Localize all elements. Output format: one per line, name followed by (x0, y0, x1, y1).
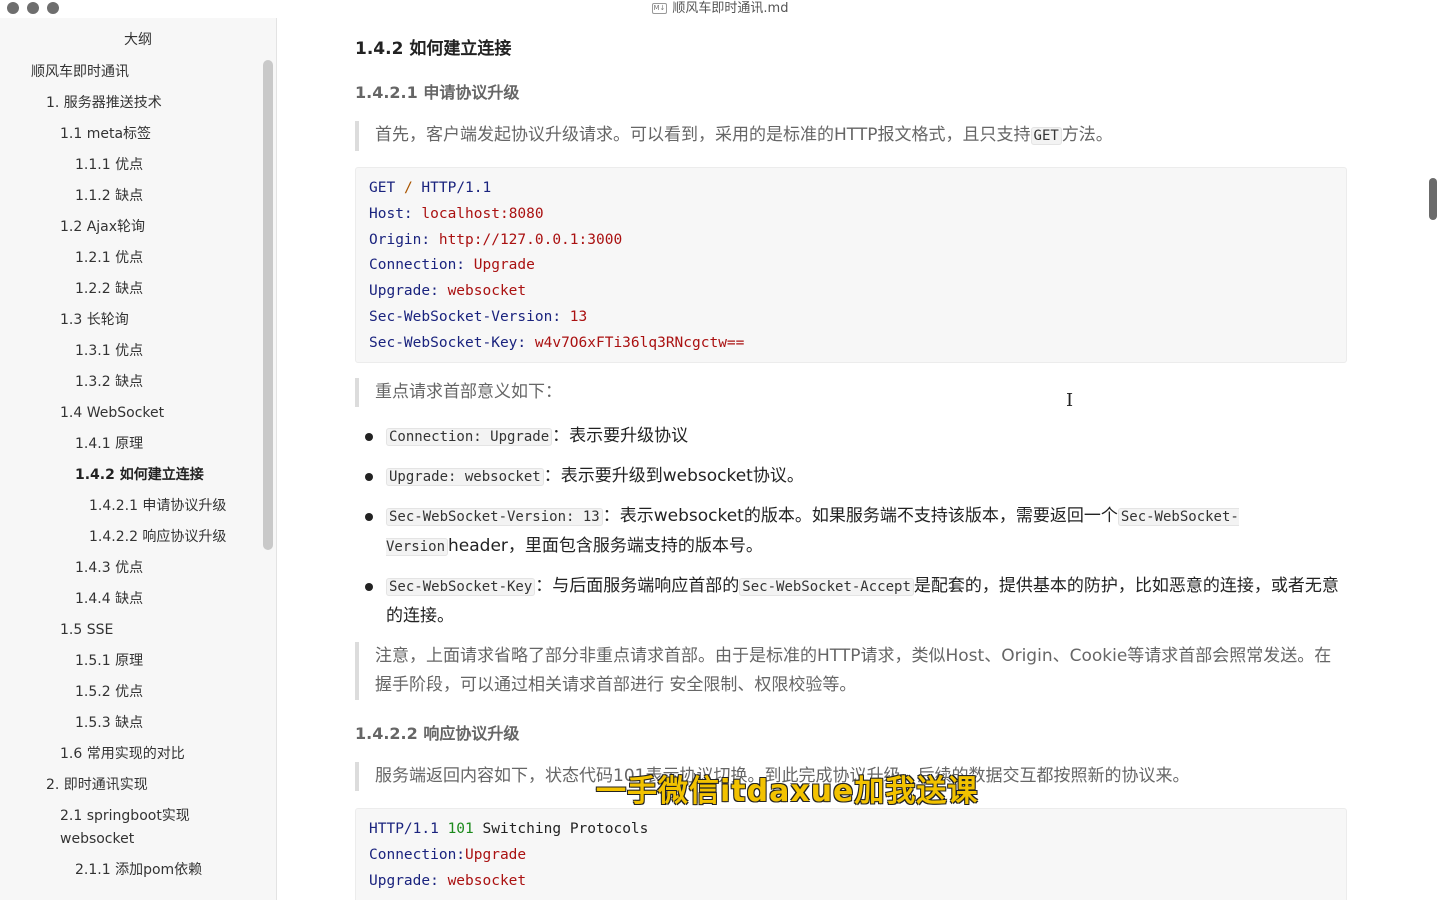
code-line: GET / HTTP/1.1 (369, 176, 1333, 202)
inline-code: Upgrade: websocket (386, 468, 544, 486)
outline-item[interactable]: 2. 即时通讯实现 (0, 770, 276, 801)
list-text: ：表示websocket的版本。如果服务端不支持该版本，需要返回一个 (602, 506, 1118, 526)
outline-item[interactable]: 1.5 SSE (0, 615, 276, 646)
code-token: Upgrade (473, 257, 535, 274)
outline-item[interactable]: 1.6 常用实现的对比 (0, 739, 276, 770)
outline-item[interactable]: 1. 服务器推送技术 (0, 88, 276, 119)
outline-item[interactable]: 1.4.4 缺点 (0, 584, 276, 615)
code-line: Connection:Upgrade (369, 843, 1333, 869)
code-token: Connection: (369, 846, 466, 863)
code-token: HTTP/1.1 (421, 180, 492, 196)
code-token: 101 (447, 821, 474, 837)
outline-item[interactable]: 1.3 长轮询 (0, 305, 276, 336)
code-token: / (403, 180, 413, 196)
code-token: w4v7O6xFTi36lq3RNcgctw== (534, 334, 745, 351)
code-token: 13 (569, 308, 588, 325)
window-title-text: 顺风车即时通讯.md (672, 1, 789, 16)
outline-item[interactable]: 1.1 meta标签 (0, 119, 276, 150)
inline-code: Sec-WebSocket-Version: 13 (386, 508, 603, 526)
outline-title: 大纲 (124, 32, 152, 48)
code-token: Sec-WebSocket-Key: (369, 334, 527, 351)
code-line: Upgrade: websocket (369, 869, 1333, 895)
code-token: Connection: (369, 257, 466, 274)
window-title: M↓ 顺风车即时通讯.md (0, 0, 1440, 17)
text-cursor-icon: I (1066, 390, 1074, 411)
code-line: Host: localhost:8080 (369, 202, 1333, 228)
code-block-response[interactable]: HTTP/1.1 101 Switching Protocols Connect… (355, 808, 1347, 900)
quote-text: 方法。 (1061, 125, 1113, 145)
outline-list: 顺风车即时通讯 1. 服务器推送技术 1.1 meta标签 1.1.1 优点 1.1.2… (0, 57, 276, 886)
code-token: localhost:8080 (421, 205, 544, 222)
code-line: HTTP/1.1 101 Switching Protocols (369, 817, 1333, 843)
blockquote-note: 注意，上面请求省略了部分非重点请求首部。由于是标准的HTTP请求，类似Host、… (355, 642, 1347, 700)
inline-code: Connection: Upgrade (386, 428, 553, 446)
quote-text: 首先，客户端发起协议升级请求。可以看到，采用的是标准的HTTP报文格式，且只支持 (375, 125, 1031, 145)
outline-item[interactable]: 顺风车即时通讯 (0, 57, 276, 88)
heading-1-4-2-1: 1.4.2.1 申请协议升级 (355, 83, 520, 102)
list-item: Sec-WebSocket-Key ：与后面服务端响应首部的 Sec-WebSock… (355, 572, 1347, 631)
code-token: Host: (369, 205, 413, 222)
blockquote-key-headers: 重点请求首部意义如下： (355, 378, 1347, 407)
code-line: Connection: Upgrade (369, 253, 1333, 279)
outline-item[interactable]: 1.4.2 如何建立连接 (0, 460, 276, 491)
outline-item[interactable]: 1.2 Ajax轮询 (0, 212, 276, 243)
code-token: GET (369, 180, 396, 196)
inline-code: Sec-WebSocket-Key (386, 578, 536, 596)
heading-1-4-2-2: 1.4.2.2 响应协议升级 (355, 724, 520, 743)
list-item: Sec-WebSocket-Version: 13 ：表示websocket的版本… (355, 502, 1347, 562)
code-line: Sec-WebSocket-Version: 13 (369, 305, 1333, 331)
list-text: ：与后面服务端响应首部的 (535, 576, 740, 596)
sidebar-scrollbar[interactable] (263, 60, 273, 550)
bullet-dot (365, 513, 373, 521)
inline-code: GET (1030, 127, 1062, 145)
code-line: Sec-WebSocket-Key: w4v7O6xFTi36lq3RNcgct… (369, 331, 1333, 357)
code-token: websocket (447, 283, 527, 300)
code-line: Upgrade: websocket (369, 279, 1333, 305)
bullet-dot (365, 583, 373, 591)
code-token: http://127.0.0.1:3000 (438, 231, 623, 248)
list-item: Upgrade: websocket ：表示要升级到websocket协议。 (355, 462, 1347, 492)
watermark-overlay: 一手微信itdaxue加我送课 (596, 774, 979, 809)
inline-code: Sec-WebSocket-Accept (739, 578, 914, 596)
code-token: Sec-WebSocket-Version: (369, 308, 562, 325)
title-bar: M↓ 顺风车即时通讯.md (0, 0, 1440, 18)
code-token: Origin: (369, 231, 431, 248)
outline-item[interactable]: 2.1.1 添加pom依赖 (0, 855, 276, 886)
outline-item[interactable]: 1.4.3 优点 (0, 553, 276, 584)
outline-item[interactable]: 1.5.3 缺点 (0, 708, 276, 739)
bullet-dot (365, 433, 373, 441)
code-token: websocket (447, 872, 527, 889)
header-meaning-list: Connection: Upgrade ：表示要升级协议 Upgrade: web… (355, 422, 1347, 641)
code-token: Switching Protocols (482, 821, 649, 837)
outline-item[interactable]: 1.5.1 原理 (0, 646, 276, 677)
outline-item[interactable]: 1.3.1 优点 (0, 336, 276, 367)
outline-item[interactable]: 1.1.1 优点 (0, 150, 276, 181)
outline-sidebar: 大纲 顺风车即时通讯 1. 服务器推送技术 1.1 meta标签 1.1.1 优点 1.… (0, 18, 277, 900)
code-line: Origin: http://127.0.0.1:3000 (369, 228, 1333, 254)
outline-item[interactable]: 1.4.2.1 申请协议升级 (0, 491, 276, 522)
heading-1-4-2: 1.4.2 如何建立连接 (355, 39, 512, 59)
outline-item[interactable]: 1.2.2 缺点 (0, 274, 276, 305)
outline-item[interactable]: 1.3.2 缺点 (0, 367, 276, 398)
document-scrollbar[interactable] (1429, 178, 1437, 220)
list-text: ：表示要升级到websocket协议。 (543, 466, 804, 486)
outline-item[interactable]: 1.4 WebSocket (0, 398, 276, 429)
outline-item[interactable]: 1.4.1 原理 (0, 429, 276, 460)
outline-item[interactable]: 1.2.1 优点 (0, 243, 276, 274)
code-token: Upgrade: (369, 872, 439, 889)
markdown-file-icon: M↓ (651, 3, 668, 14)
list-text: header，里面包含服务端支持的版本号。 (448, 536, 763, 556)
code-token: Upgrade (465, 846, 527, 863)
blockquote-upgrade-request: 首先，客户端发起协议升级请求。可以看到，采用的是标准的HTTP报文格式，且只支持… (355, 121, 1347, 151)
outline-item[interactable]: 1.1.2 缺点 (0, 181, 276, 212)
list-text: ：表示要升级协议 (552, 426, 689, 446)
bullet-dot (365, 473, 373, 481)
outline-item[interactable]: 1.5.2 优点 (0, 677, 276, 708)
outline-item[interactable]: 2.1 springboot实现websocket (0, 801, 230, 855)
outline-item[interactable]: 1.4.2.2 响应协议升级 (0, 522, 276, 553)
code-token: Upgrade: (369, 283, 439, 300)
list-item: Connection: Upgrade ：表示要升级协议 (355, 422, 1347, 452)
code-token: HTTP/1.1 (369, 821, 439, 837)
code-block-request[interactable]: GET / HTTP/1.1 Host: localhost:8080 Orig… (355, 167, 1347, 363)
